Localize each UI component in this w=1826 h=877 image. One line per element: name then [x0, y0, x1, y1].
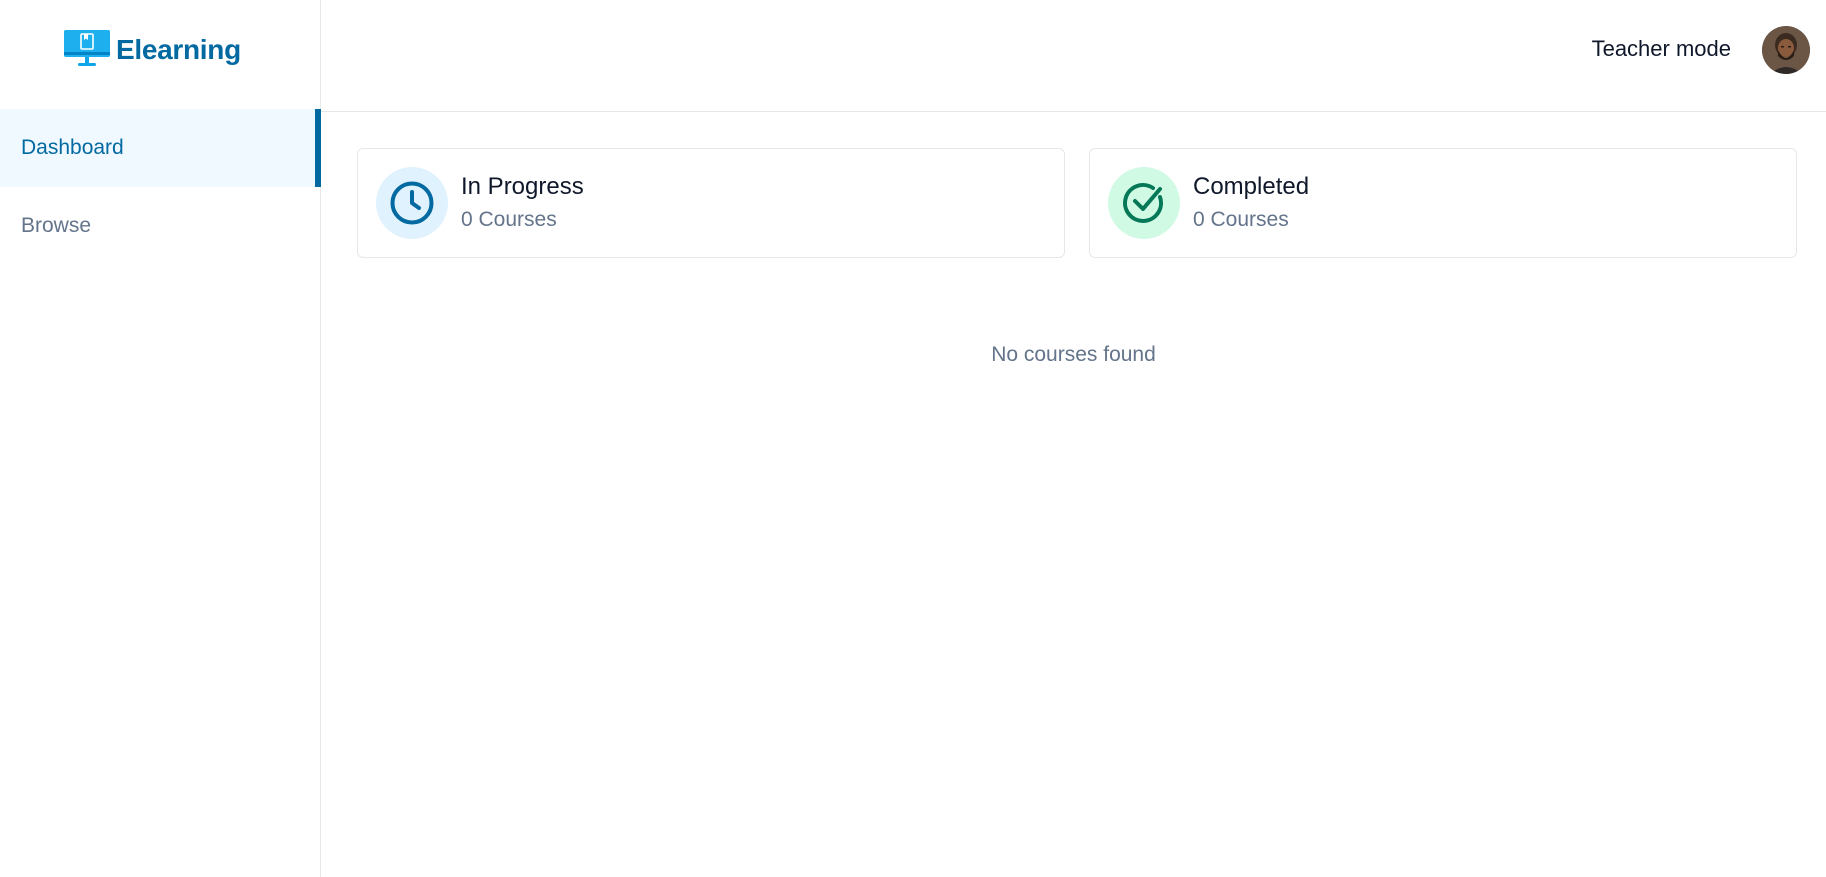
- logo[interactable]: Elearning: [64, 28, 241, 72]
- completed-card: Completed 0 Courses: [1089, 148, 1797, 258]
- main-content: In Progress 0 Courses Completed 0 Course…: [321, 113, 1826, 877]
- completed-title: Completed: [1193, 173, 1310, 200]
- in-progress-count: 0 Courses: [461, 208, 557, 231]
- top-header: Teacher mode: [321, 0, 1826, 112]
- app: Elearning Dashboard Browse Teacher mode: [0, 0, 1826, 877]
- sidebar-item-label: Browse: [21, 214, 92, 237]
- clock-icon: [376, 167, 448, 239]
- sidebar: Elearning Dashboard Browse: [0, 0, 321, 877]
- monitor-book-icon: [64, 30, 110, 70]
- sidebar-nav: Dashboard Browse: [0, 109, 321, 265]
- brand-name: Elearning: [116, 34, 241, 65]
- sidebar-item-dashboard[interactable]: Dashboard: [0, 109, 321, 187]
- in-progress-card: In Progress 0 Courses: [357, 148, 1065, 258]
- check-circle-icon: [1108, 167, 1180, 239]
- sidebar-item-browse[interactable]: Browse: [0, 187, 321, 265]
- teacher-mode-button[interactable]: Teacher mode: [1592, 36, 1731, 62]
- empty-state-message: No courses found: [991, 343, 1156, 366]
- sidebar-item-label: Dashboard: [21, 136, 124, 159]
- in-progress-title: In Progress: [461, 173, 584, 200]
- avatar[interactable]: [1762, 26, 1810, 74]
- completed-count: 0 Courses: [1193, 208, 1289, 231]
